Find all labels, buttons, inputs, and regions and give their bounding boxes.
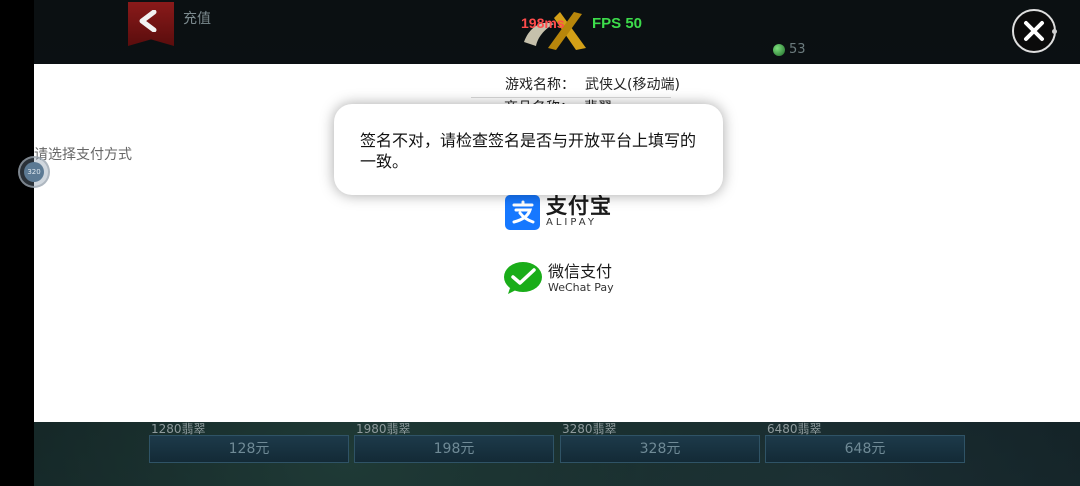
alipay-icon — [505, 194, 540, 230]
currency-amount: 53 — [789, 42, 806, 57]
product-list: 1280翡翠 128元 1980翡翠 198元 3280翡翠 328元 6480… — [149, 421, 965, 463]
wechat-pay-icon — [504, 262, 542, 294]
jade-coin-icon — [773, 43, 785, 56]
page-title: 充值 — [183, 11, 211, 27]
alipay-label: 支付宝 — [546, 194, 612, 218]
close-button[interactable] — [1012, 9, 1056, 53]
product-card[interactable]: 1980翡翠 198元 — [354, 421, 554, 463]
close-icon — [1024, 21, 1044, 41]
product-price-button[interactable]: 198元 — [354, 435, 554, 463]
alipay-english-label: ALIPAY — [546, 217, 597, 228]
alipay-option[interactable]: 支付宝 ALIPAY — [505, 192, 615, 232]
error-message: 签名不对，请检查签名是否与开放平台上填写的一致。 — [360, 131, 697, 171]
game-name-label: 游戏名称： — [505, 77, 575, 93]
game-name-row: 游戏名称： 武侠乂(移动端) — [471, 74, 680, 98]
wechat-pay-option[interactable]: 微信支付 WeChat Pay — [503, 258, 623, 298]
fps-indicator: FPS 50 — [592, 15, 643, 32]
choose-payment-label: 请选择支付方式 — [34, 147, 132, 163]
floating-assistant-button[interactable]: 320 — [18, 156, 50, 188]
product-price-button[interactable]: 328元 — [560, 435, 760, 463]
product-price-button[interactable]: 128元 — [149, 435, 349, 463]
product-card[interactable]: 3280翡翠 328元 — [560, 421, 760, 463]
game-name-value: 武侠乂(移动端) — [585, 77, 680, 93]
back-button[interactable] — [128, 2, 174, 46]
currency-display: 53 — [773, 42, 806, 57]
error-toast: 签名不对，请检查签名是否与开放平台上填写的一致。 — [334, 104, 723, 195]
product-card[interactable]: 6480翡翠 648元 — [765, 421, 965, 463]
close-indicator-dot — [1052, 29, 1057, 34]
ping-indicator: 198ms — [521, 15, 565, 31]
wechat-pay-english-label: WeChat Pay — [548, 281, 614, 294]
product-price-button[interactable]: 648元 — [765, 435, 965, 463]
product-card[interactable]: 1280翡翠 128元 — [149, 421, 349, 463]
back-arrow-icon — [139, 10, 157, 32]
wechat-pay-label: 微信支付 — [548, 262, 613, 281]
floating-widget-label: 320 — [24, 162, 44, 182]
